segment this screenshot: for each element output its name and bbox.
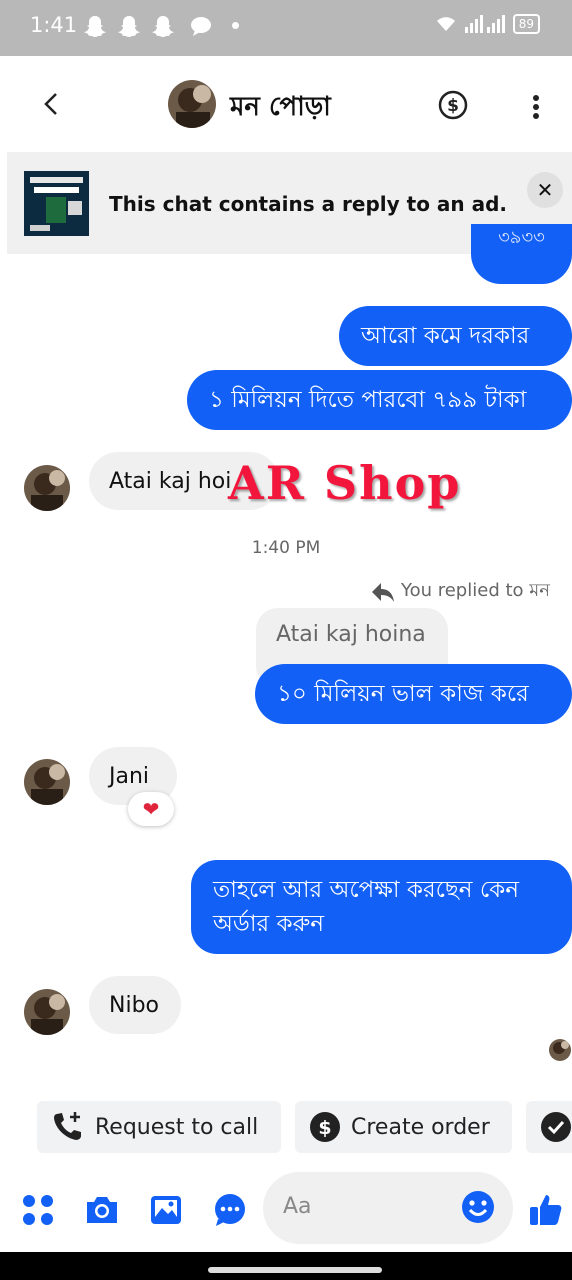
message-text: Atai kaj hoi bbox=[109, 468, 232, 494]
message-text: Nibo bbox=[109, 992, 159, 1018]
svg-text:$: $ bbox=[447, 96, 459, 116]
snapchat-icon bbox=[118, 16, 140, 37]
thumbs-up-icon[interactable] bbox=[528, 1192, 564, 1228]
dollar-icon: $ bbox=[310, 1112, 340, 1142]
message-text: ১০ মিলিয়ন ভাল কাজ করে bbox=[277, 680, 529, 707]
message-outgoing[interactable]: আরো কমে দরকার bbox=[339, 306, 572, 366]
chat-icon bbox=[191, 17, 211, 36]
reply-label: You replied to মন bbox=[400, 580, 550, 601]
message-outgoing[interactable]: ১০ মিলিয়ন ভাল কাজ করে bbox=[255, 664, 572, 724]
home-indicator[interactable] bbox=[208, 1267, 382, 1273]
signal-icon bbox=[464, 15, 505, 33]
message-outgoing[interactable]: ১ মিলিয়ন দিতে পারবো ৭৯৯ টাকা bbox=[187, 370, 572, 430]
mark-done-button[interactable] bbox=[526, 1101, 572, 1153]
message-text: ৩৯৩৩ bbox=[498, 227, 545, 248]
dollar-icon[interactable]: $ bbox=[438, 90, 468, 120]
ad-thumbnail[interactable] bbox=[24, 171, 89, 236]
more-vertical-icon[interactable] bbox=[526, 92, 546, 122]
message-text-line1: তাহলে আর অপেক্ষা করছেন কেন bbox=[213, 877, 519, 903]
svg-text:$: $ bbox=[318, 1117, 331, 1139]
notification-dot bbox=[232, 22, 239, 29]
status-right: 89 bbox=[435, 14, 540, 34]
gallery-icon[interactable] bbox=[148, 1192, 184, 1228]
snapchat-icon bbox=[84, 16, 106, 37]
message-text-line2: অর্ডার করুন bbox=[213, 911, 324, 937]
contact-avatar-small[interactable] bbox=[24, 465, 70, 511]
reply-icon bbox=[371, 582, 394, 602]
message-incoming[interactable]: Nibo bbox=[89, 976, 181, 1034]
message-input-placeholder: Aa bbox=[283, 1194, 312, 1219]
contact-avatar[interactable] bbox=[168, 80, 216, 128]
message-text: ১ মিলিয়ন দিতে পারবো ৭৯৯ টাকা bbox=[209, 386, 527, 413]
snapchat-icon bbox=[152, 16, 174, 37]
message-text: আরো কমে দরকার bbox=[361, 322, 530, 349]
phone-plus-icon bbox=[54, 1112, 81, 1140]
ad-banner-text: This chat contains a reply to an ad. bbox=[109, 192, 507, 216]
heart-reaction-icon[interactable]: ❤ bbox=[128, 792, 174, 826]
message-text: Jani bbox=[109, 763, 150, 789]
system-nav-bar bbox=[0, 1252, 572, 1280]
wifi-icon bbox=[436, 17, 455, 31]
back-arrow-icon[interactable] bbox=[38, 86, 68, 122]
message-input[interactable]: Aa bbox=[263, 1172, 513, 1244]
message-composer: Aa bbox=[0, 1172, 572, 1252]
seen-indicator-avatar bbox=[549, 1039, 571, 1061]
message-outgoing-partial[interactable]: ৩৯৩৩ bbox=[471, 224, 572, 284]
request-to-call-label: Request to call bbox=[95, 1114, 259, 1140]
close-icon[interactable]: ✕ bbox=[527, 172, 563, 208]
message-timestamp: 1:40 PM bbox=[251, 538, 321, 558]
contact-avatar-small[interactable] bbox=[24, 759, 70, 805]
reply-indicator: You replied to মন bbox=[371, 576, 550, 607]
apps-grid-icon[interactable] bbox=[20, 1192, 56, 1228]
battery-icon: 89 bbox=[512, 14, 540, 34]
message-outgoing[interactable]: তাহলে আর অপেক্ষা করছেন কেন অর্ডার করুন bbox=[191, 860, 572, 954]
quoted-text: Atai kaj hoina bbox=[276, 622, 426, 647]
create-order-button[interactable]: $ Create order bbox=[295, 1101, 512, 1153]
watermark-logo: AR Shop bbox=[228, 456, 462, 510]
camera-icon[interactable] bbox=[84, 1192, 120, 1228]
emoji-icon[interactable] bbox=[461, 1190, 495, 1224]
message-bubble-icon[interactable] bbox=[212, 1192, 248, 1228]
check-circle-icon bbox=[541, 1112, 571, 1142]
contact-name[interactable]: মন পোড়া bbox=[230, 86, 331, 130]
create-order-label: Create order bbox=[351, 1114, 490, 1140]
status-bar: 1:41 89 bbox=[0, 0, 572, 56]
chat-header: মন পোড়া $ bbox=[0, 56, 572, 152]
contact-avatar-small[interactable] bbox=[24, 989, 70, 1035]
status-time: 1:41 bbox=[30, 13, 78, 37]
request-to-call-button[interactable]: Request to call bbox=[37, 1101, 281, 1153]
